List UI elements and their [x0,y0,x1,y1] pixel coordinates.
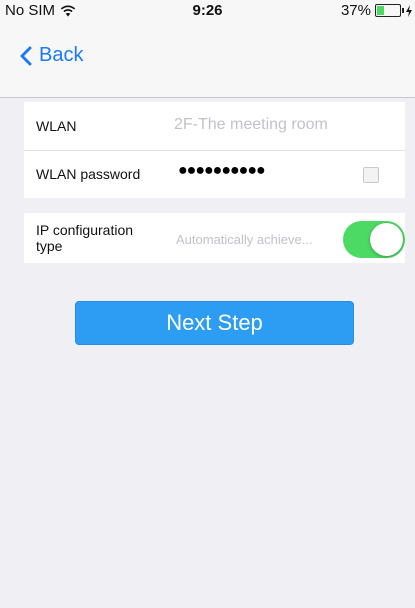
battery-icon [375,4,401,17]
ip-configuration-value: Automatically achieve... [176,232,313,247]
ip-settings-group: IP configuration type Automatically achi… [24,213,405,263]
status-bar: No SIM 9:26 37% [0,0,415,20]
battery-indicator: 37% [341,2,413,19]
ip-configuration-row: IP configuration type Automatically achi… [24,213,405,263]
toggle-knob [370,223,403,256]
back-button[interactable]: Back [20,44,83,67]
wlan-label: WLAN [36,118,77,134]
navigation-bar: Back [0,20,415,98]
battery-cap [402,8,404,13]
battery-percent: 37% [340,2,371,19]
next-step-button[interactable]: Next Step [75,301,354,345]
wlan-password-field[interactable]: ●●●●●●●●●● [178,162,266,180]
back-label: Back [39,44,84,66]
charging-icon [406,4,412,17]
wlan-password-row: WLAN password ●●●●●●●●●● [24,150,405,198]
show-password-checkbox[interactable] [363,167,379,183]
wifi-settings-group: WLAN 2F-The meeting room WLAN password ●… [24,102,405,198]
chevron-left-icon [20,46,32,65]
ip-configuration-label: IP configuration type [36,222,134,254]
battery-fill [377,6,384,15]
wlan-row[interactable]: WLAN 2F-The meeting room [24,102,405,151]
wlan-password-label: WLAN password [36,166,141,182]
ip-configuration-toggle[interactable] [343,221,405,258]
wlan-name-field[interactable]: 2F-The meeting room [174,116,328,134]
